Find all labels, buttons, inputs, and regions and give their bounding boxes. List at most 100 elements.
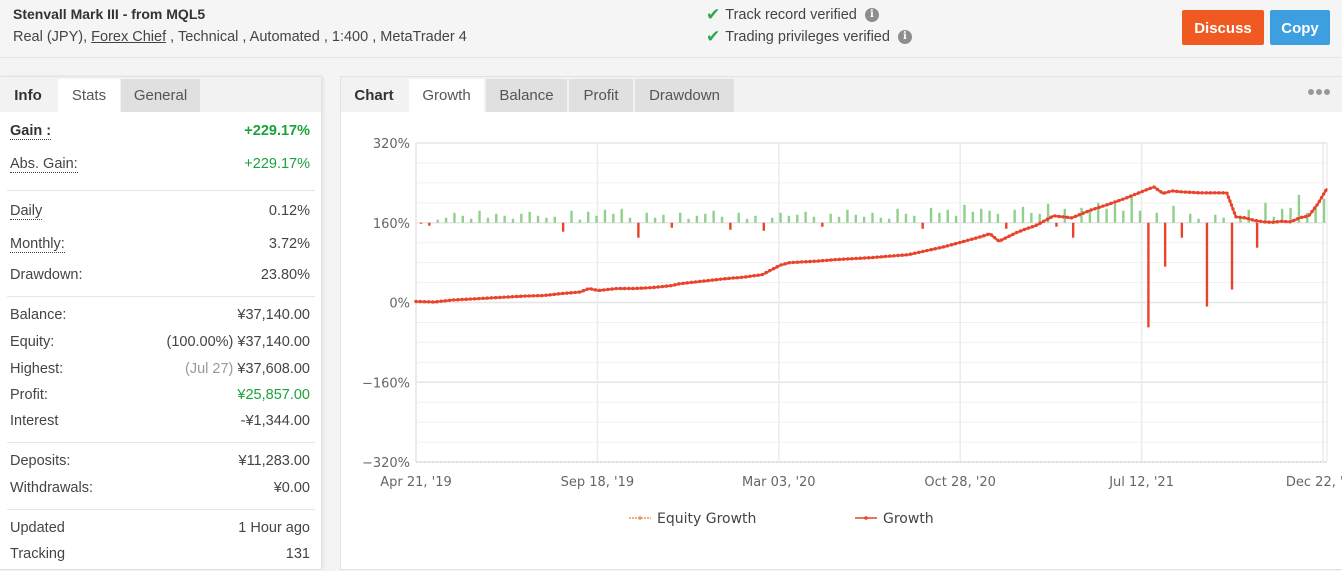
- daily-bar: [461, 215, 465, 223]
- daily-bar: [796, 214, 799, 223]
- daily-bar: [561, 222, 565, 232]
- growth-point: [1125, 196, 1129, 200]
- growth-point: [1057, 214, 1061, 219]
- account-type: Real (JPY),: [13, 29, 92, 45]
- growth-point: [1217, 191, 1221, 195]
- legend-label[interactable]: Growth: [883, 511, 934, 527]
- growth-point: [1045, 217, 1050, 221]
- daily-bar: [1038, 213, 1041, 223]
- daily-bar: [1180, 222, 1184, 238]
- growth-point: [426, 300, 431, 304]
- y-tick-label: 160%: [373, 217, 410, 232]
- growth-point: [739, 275, 744, 280]
- growth-point: [1159, 190, 1163, 194]
- growth-point: [439, 299, 443, 303]
- growth-point: [929, 247, 933, 252]
- x-tick-label: Apr 21, '19: [380, 475, 452, 490]
- growth-point: [896, 253, 900, 258]
- growth-point: [477, 296, 481, 301]
- discuss-button[interactable]: Discuss: [1182, 10, 1264, 45]
- growth-point: [1022, 227, 1027, 232]
- daily-bar: [862, 216, 866, 223]
- growth-point: [816, 259, 821, 263]
- stat-label[interactable]: Monthly:: [10, 236, 65, 253]
- copy-button[interactable]: Copy: [1270, 10, 1330, 45]
- growth-point: [581, 289, 586, 293]
- daily-bar: [946, 209, 949, 223]
- growth-point: [727, 276, 731, 281]
- growth-point: [837, 257, 842, 262]
- daily-bar: [954, 215, 958, 223]
- growth-point: [879, 255, 884, 259]
- daily-bar: [428, 222, 431, 226]
- legend-label[interactable]: Equity Growth: [657, 511, 756, 527]
- growth-point: [718, 277, 723, 281]
- tab-general[interactable]: General: [121, 79, 200, 112]
- growth-point: [606, 287, 610, 292]
- growth-point: [527, 294, 531, 298]
- growth-point: [698, 279, 702, 284]
- stat-label[interactable]: Daily: [10, 203, 43, 220]
- tab-stats[interactable]: Stats: [58, 79, 120, 112]
- growth-point: [1179, 190, 1183, 194]
- daily-bar: [996, 213, 1000, 223]
- stat-value: ¥25,857.00: [237, 387, 310, 403]
- daily-bar: [645, 212, 648, 223]
- growth-point: [643, 286, 648, 290]
- growth-point: [735, 275, 740, 280]
- daily-bar: [1055, 222, 1058, 227]
- stat-drawdown: Drawdown: 23.80%: [10, 267, 310, 287]
- stat-label: Drawdown:: [10, 267, 83, 283]
- growth-point: [1229, 203, 1234, 207]
- daily-bar: [988, 210, 991, 223]
- growth-point: [1232, 211, 1237, 215]
- broker-link[interactable]: Forex Chief: [91, 29, 166, 45]
- stat-label[interactable]: Abs. Gain:: [10, 156, 78, 173]
- growth-point: [601, 288, 606, 292]
- daily-bar: [595, 215, 598, 223]
- daily-bar: [712, 210, 715, 223]
- y-tick-label: −160%: [362, 376, 410, 391]
- daily-bar: [478, 210, 481, 223]
- stat-value: ¥0.00: [273, 480, 310, 496]
- daily-bar: [495, 213, 498, 223]
- growth-point: [883, 254, 888, 259]
- daily-bar: [1255, 222, 1259, 248]
- growth-point: [771, 266, 776, 271]
- growth-point: [1254, 218, 1259, 223]
- daily-bar: [1163, 222, 1167, 267]
- growth-point: [1246, 217, 1251, 221]
- growth-point: [656, 285, 660, 289]
- daily-bar: [1155, 212, 1158, 223]
- growth-point: [833, 257, 837, 262]
- y-tick-label: −320%: [362, 456, 410, 471]
- growth-point: [1319, 196, 1324, 200]
- growth-point: [858, 256, 863, 260]
- growth-point: [1089, 208, 1093, 212]
- info-icon[interactable]: i: [897, 29, 912, 44]
- daily-bar: [1147, 222, 1150, 328]
- growth-point: [693, 280, 698, 284]
- stat-value: (Jul 27) ¥37,608.00: [185, 361, 310, 377]
- daily-bar: [929, 207, 933, 223]
- daily-bar: [888, 218, 891, 223]
- stat-daily: Daily 0.12%: [10, 203, 310, 223]
- growth-point: [681, 281, 685, 285]
- x-tick-label: Oct 28, '20: [924, 475, 996, 490]
- growth-point: [1187, 190, 1192, 194]
- tab-info[interactable]: Info: [0, 79, 56, 112]
- growth-point: [673, 283, 677, 287]
- stat-value: ¥11,283.00: [238, 453, 311, 469]
- growth-point: [493, 295, 498, 300]
- growth-point: [1267, 220, 1271, 224]
- growth-point: [631, 286, 635, 291]
- growth-point: [978, 235, 982, 239]
- info-icon[interactable]: i: [864, 7, 879, 22]
- growth-point: [966, 238, 970, 242]
- growth-point: [986, 232, 990, 237]
- growth-point: [627, 286, 631, 291]
- equity-growth-line: [415, 186, 1328, 304]
- growth-point: [435, 299, 439, 304]
- stat-label[interactable]: Gain :: [10, 123, 52, 140]
- growth-point: [1312, 206, 1317, 210]
